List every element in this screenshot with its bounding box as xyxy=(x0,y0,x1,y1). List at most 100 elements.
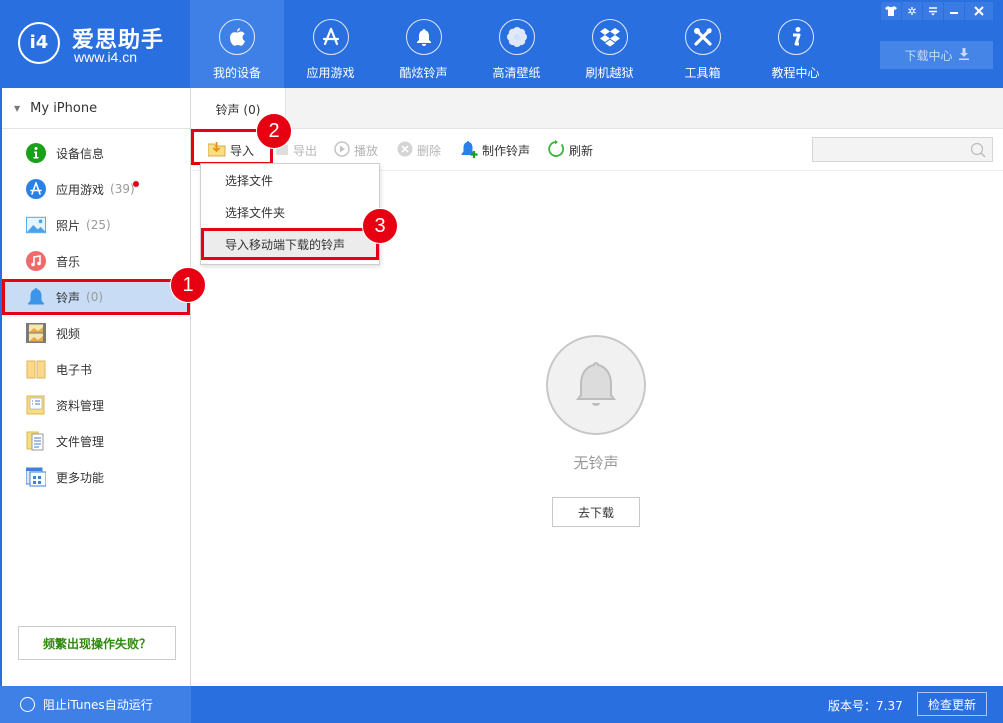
refresh-icon xyxy=(547,139,565,161)
make-ringtone-label: 制作铃声 xyxy=(482,143,531,158)
delete-label: 删除 xyxy=(417,143,442,158)
shirt-icon[interactable] xyxy=(881,2,901,20)
nav-my-device[interactable]: 我的设备 xyxy=(190,0,284,88)
nav-label: 我的设备 xyxy=(212,66,261,80)
dropbox-icon xyxy=(591,19,628,55)
nav-label: 高清壁纸 xyxy=(492,66,541,80)
export-label: 导出 xyxy=(293,143,318,158)
nav-label: 刷机越狱 xyxy=(585,66,634,80)
info-icon xyxy=(777,19,814,55)
play-label: 播放 xyxy=(354,143,379,158)
app-url: www.i4.cn xyxy=(74,49,138,65)
sidebar-item-photos[interactable]: 照片 (25) xyxy=(2,207,190,243)
window-controls: ✲ xyxy=(881,2,993,20)
sidebar-item-label: 资料管理 xyxy=(56,398,105,413)
sidebar-item-apps[interactable]: 应用游戏 (39) xyxy=(2,171,190,207)
delete-icon xyxy=(397,141,413,160)
sidebar-item-contacts[interactable]: 资料管理 xyxy=(2,387,190,423)
app-store-icon xyxy=(26,179,46,199)
sidebar-item-label: 更多功能 xyxy=(56,470,105,485)
photo-icon xyxy=(26,215,46,235)
sidebar-item-video[interactable]: 视频 xyxy=(2,315,190,351)
contacts-icon xyxy=(26,395,46,415)
close-icon[interactable] xyxy=(965,2,993,20)
nav-label: 酷炫铃声 xyxy=(399,66,448,80)
version-label: 版本号：7.37 xyxy=(828,699,903,713)
sidebar-item-label: 电子书 xyxy=(56,362,93,377)
nav-toolbox[interactable]: 工具箱 xyxy=(656,0,749,88)
sidebar-item-label: 视频 xyxy=(56,326,81,341)
sidebar-item-device-info[interactable]: 设备信息 xyxy=(2,135,190,171)
delete-button[interactable]: 删除 xyxy=(397,139,441,161)
status-bar: 阻止iTunes自动运行 版本号：7.37 检查更新 xyxy=(0,686,1003,723)
nav-wallpapers[interactable]: 高清壁纸 xyxy=(470,0,563,88)
notification-dot xyxy=(133,181,139,187)
sidebar: ▼ My iPhone 设备信息 应用游戏 (39) 照片 (25) 音乐 铃声… xyxy=(0,88,191,686)
sidebar-item-count: (25) xyxy=(86,218,111,232)
title-bar: i4 爱思助手 www.i4.cn 我的设备 应用游戏 酷炫铃声 高清壁纸 刷机… xyxy=(0,0,1003,88)
sidebar-item-label: 设备信息 xyxy=(56,146,105,161)
menu-item-select-folder[interactable]: 选择文件夹 xyxy=(201,196,379,228)
sidebar-item-label: 铃声 xyxy=(56,290,81,305)
refresh-label: 刷新 xyxy=(569,143,594,158)
tools-icon xyxy=(684,19,721,55)
annotation-badge-3: 3 xyxy=(362,208,398,244)
app-store-icon xyxy=(312,19,349,55)
import-icon xyxy=(207,141,226,160)
import-label: 导入 xyxy=(230,143,255,158)
nav-apps-games[interactable]: 应用游戏 xyxy=(284,0,377,88)
minimize-icon[interactable] xyxy=(944,2,964,20)
import-dropdown-menu: 选择文件 选择文件夹 导入移动端下载的铃声 xyxy=(200,163,380,265)
sidebar-item-ringtones[interactable]: 铃声 (0) xyxy=(2,279,190,315)
device-selector[interactable]: ▼ My iPhone xyxy=(2,88,190,129)
sidebar-item-count: (0) xyxy=(86,290,104,304)
device-name: My iPhone xyxy=(30,100,98,116)
download-center-label: 下载中心 xyxy=(904,48,953,63)
sidebar-item-music[interactable]: 音乐 xyxy=(2,243,190,279)
book-icon xyxy=(26,359,46,379)
sidebar-item-label: 文件管理 xyxy=(56,434,105,449)
troubleshoot-button[interactable]: 频繁出现操作失败？ xyxy=(18,626,176,660)
nav-label: 工具箱 xyxy=(684,66,721,80)
menu-item-select-file[interactable]: 选择文件 xyxy=(201,164,379,196)
go-download-button[interactable]: 去下载 xyxy=(552,497,640,527)
sidebar-item-more[interactable]: 更多功能 xyxy=(2,459,190,495)
add-ringtone-icon xyxy=(460,140,478,161)
music-icon xyxy=(26,251,46,271)
sidebar-item-ebooks[interactable]: 电子书 xyxy=(2,351,190,387)
menu-icon[interactable] xyxy=(923,2,943,20)
file-icon xyxy=(26,431,46,451)
play-icon xyxy=(334,140,350,160)
nav-tutorials[interactable]: 教程中心 xyxy=(749,0,842,88)
sidebar-item-count: (39) xyxy=(110,182,135,196)
play-button[interactable]: 播放 xyxy=(334,139,378,161)
film-icon xyxy=(26,323,46,343)
download-center-button[interactable]: 下载中心 xyxy=(880,41,993,69)
nav-label: 应用游戏 xyxy=(306,66,355,80)
nav-ringtones[interactable]: 酷炫铃声 xyxy=(377,0,470,88)
apple-icon xyxy=(219,19,255,55)
nav-flash-jailbreak[interactable]: 刷机越狱 xyxy=(563,0,656,88)
menu-item-import-mobile-ringtones[interactable]: 导入移动端下载的铃声 xyxy=(201,228,379,260)
sidebar-list: 设备信息 应用游戏 (39) 照片 (25) 音乐 铃声 (0) 视频 电子书 … xyxy=(2,129,190,495)
sidebar-item-files[interactable]: 文件管理 xyxy=(2,423,190,459)
block-itunes-toggle[interactable]: 阻止iTunes自动运行 xyxy=(0,686,191,723)
radio-icon xyxy=(20,697,35,712)
bell-icon xyxy=(26,287,46,307)
empty-state-text: 无铃声 xyxy=(573,454,619,472)
nav-label: 教程中心 xyxy=(771,66,820,80)
import-button[interactable]: 导入 xyxy=(207,139,255,161)
search-input[interactable] xyxy=(812,137,993,162)
grid-icon xyxy=(26,467,46,487)
block-itunes-label: 阻止iTunes自动运行 xyxy=(43,698,153,712)
logo-mark: i4 xyxy=(18,22,60,64)
flower-icon xyxy=(498,19,535,55)
annotation-badge-2: 2 xyxy=(256,113,292,149)
refresh-button[interactable]: 刷新 xyxy=(547,139,593,161)
bell-icon xyxy=(405,19,442,55)
annotation-badge-1: 1 xyxy=(170,267,206,303)
make-ringtone-button[interactable]: 制作铃声 xyxy=(460,139,530,161)
app-logo: i4 爱思助手 www.i4.cn xyxy=(18,22,178,66)
gear-icon[interactable]: ✲ xyxy=(902,2,922,20)
check-update-button[interactable]: 检查更新 xyxy=(917,692,987,716)
